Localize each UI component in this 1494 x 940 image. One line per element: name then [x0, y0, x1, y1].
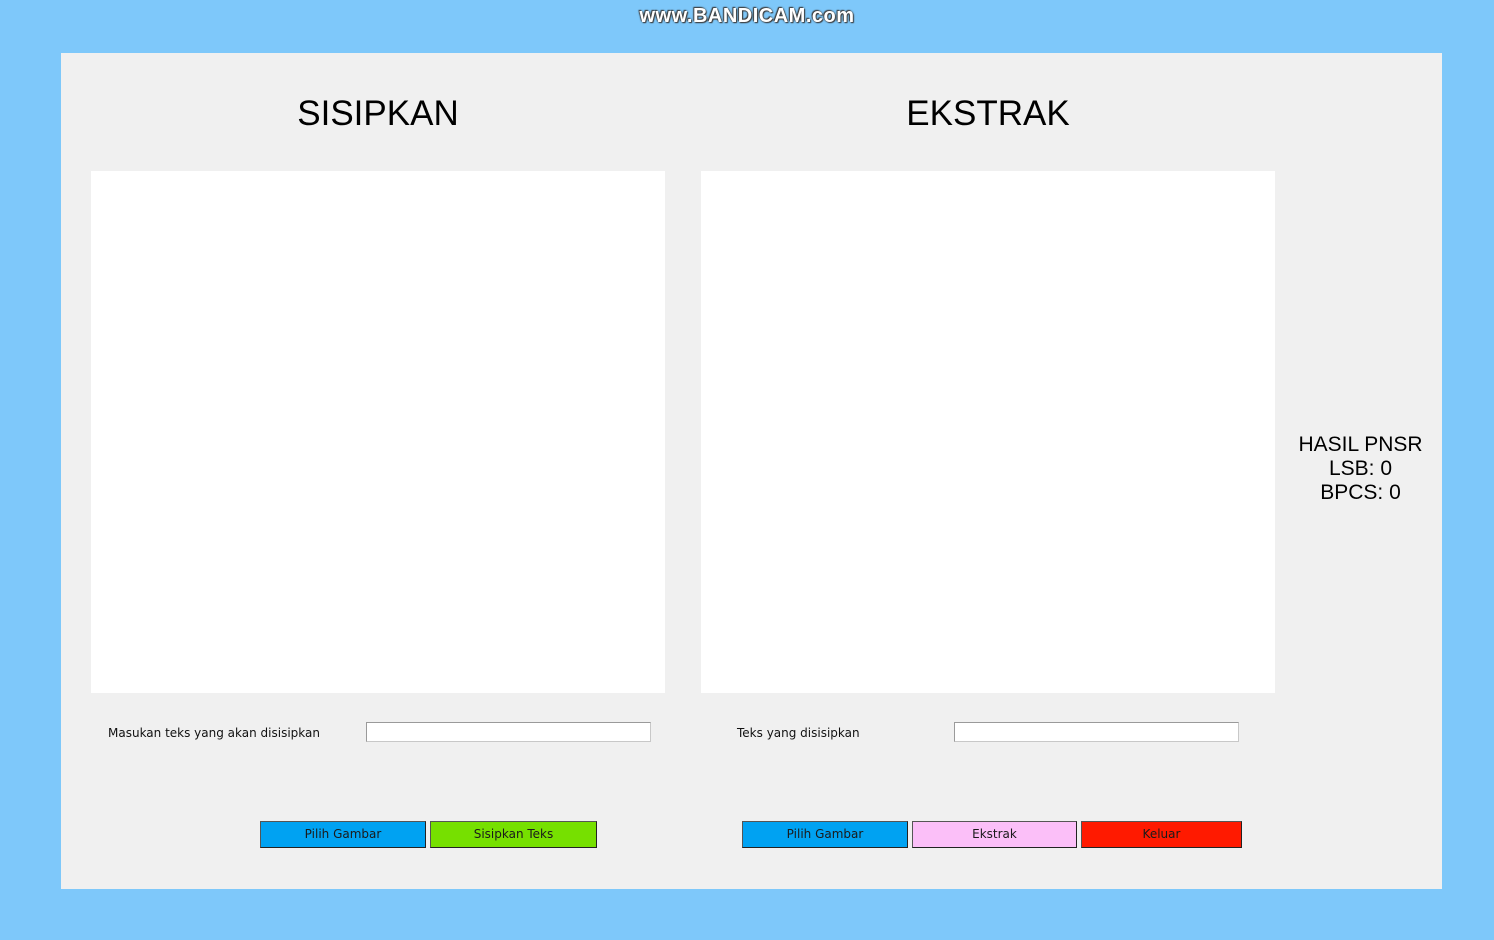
insert-section-title: SISIPKAN — [297, 94, 459, 133]
insert-choose-image-button[interactable]: Pilih Gambar — [260, 821, 426, 848]
insert-text-label: Masukan teks yang akan disisipkan — [108, 726, 320, 740]
insert-text-button[interactable]: Sisipkan Teks — [430, 821, 597, 848]
insert-text-input[interactable] — [366, 722, 651, 742]
bandicam-watermark: www.BANDICAM.com — [639, 5, 855, 27]
extract-button[interactable]: Ekstrak — [912, 821, 1077, 848]
extracted-text-field[interactable] — [954, 722, 1239, 742]
extract-choose-image-button[interactable]: Pilih Gambar — [742, 821, 908, 848]
exit-button[interactable]: Keluar — [1081, 821, 1242, 848]
extract-section-title: EKSTRAK — [906, 94, 1070, 133]
psnr-result: HASIL PNSR LSB: 0 BPCS: 0 — [1293, 433, 1428, 505]
psnr-title: HASIL PNSR — [1298, 433, 1423, 456]
psnr-lsb-value: LSB: 0 — [1328, 457, 1393, 480]
psnr-bpcs-value: BPCS: 0 — [1320, 481, 1401, 504]
insert-image-panel — [91, 171, 665, 693]
main-window: SISIPKAN Masukan teks yang akan disisipk… — [61, 53, 1442, 889]
extract-image-panel — [701, 171, 1275, 693]
extracted-text-label: Teks yang disisipkan — [737, 726, 860, 740]
